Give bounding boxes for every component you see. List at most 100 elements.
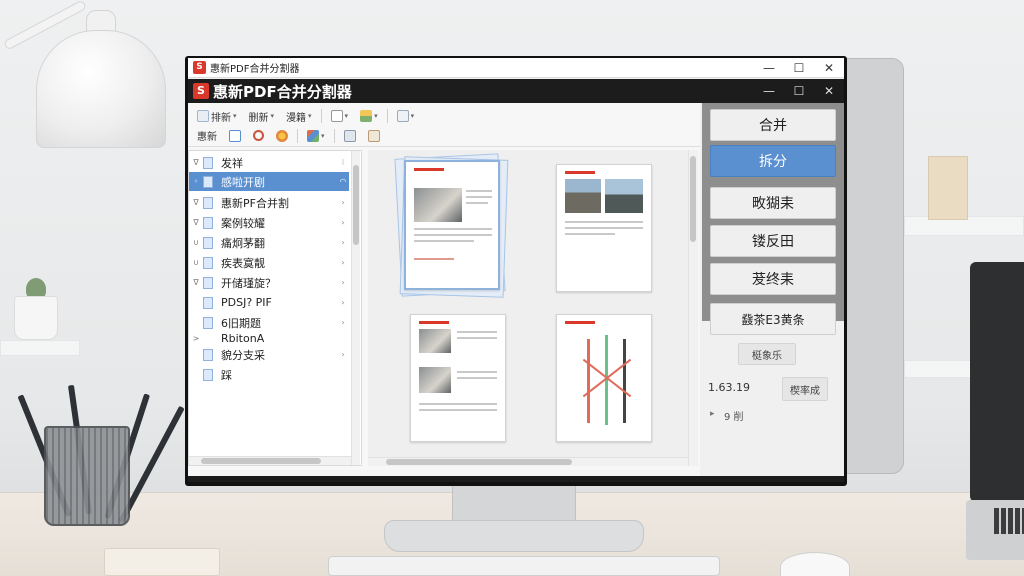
chevron-right-icon[interactable]: › (337, 350, 349, 359)
toolbar-button[interactable] (341, 129, 359, 143)
tree-item[interactable]: ∪ 疾表寞靓 › (189, 253, 349, 272)
tree-item-selected[interactable]: ◦ 感啦开剧 ◠ (189, 172, 349, 191)
file-icon (197, 110, 209, 122)
tree-vertical-scrollbar[interactable] (351, 151, 360, 465)
chevron-right-icon[interactable]: › (337, 258, 349, 267)
desk-lamp (36, 30, 166, 148)
toolbar-label: 排新 (211, 112, 231, 124)
toolbar-button[interactable] (273, 129, 291, 143)
toolbar-button[interactable]: 排新 ▾ (194, 108, 240, 125)
scrollbar-thumb[interactable] (386, 459, 572, 465)
expander-label[interactable]: 9 削 (724, 408, 744, 423)
toolbar-button[interactable]: 删新 ▾ (246, 108, 278, 125)
refresh-icon[interactable]: ◠ (337, 177, 349, 186)
scrollbar-thumb[interactable] (353, 165, 359, 245)
maximize-button[interactable]: ☐ (784, 58, 814, 78)
expand-icon[interactable]: ∪ (189, 238, 203, 247)
secondary-button[interactable]: 梃象乐 (738, 343, 796, 365)
action-button-6[interactable]: 鼗茶E3黄条 (710, 303, 836, 335)
more-icon[interactable]: ⁝ (337, 158, 349, 167)
split-button[interactable]: 拆分 (710, 145, 836, 177)
tree-item[interactable]: 踩 (189, 365, 349, 384)
app-title: 惠新PDF合并分割器 (213, 82, 352, 101)
expand-icon[interactable]: ∪ (189, 258, 203, 267)
action-button-3[interactable]: 畋猢耒 (710, 187, 836, 219)
chevron-right-icon[interactable]: › (337, 298, 349, 307)
app-minimize-button[interactable]: — (754, 79, 784, 103)
page-text-line (419, 409, 497, 411)
expand-icon[interactable]: > (189, 334, 203, 343)
expand-icon[interactable]: ∇ (189, 198, 203, 207)
diagram-line (587, 339, 590, 423)
close-button[interactable]: ✕ (814, 58, 844, 78)
tree-item[interactable]: ∇ 惠新PF合并割 › (189, 193, 349, 212)
expander-arrow-icon[interactable]: ▸ (710, 409, 715, 419)
toolbar-secondary: 惠新 ▾ (188, 125, 700, 147)
scrollbar-thumb[interactable] (690, 156, 696, 242)
action-button-4[interactable]: 镂反田 (710, 225, 836, 257)
file-tree-panel: ∇ 发祥 ⁝ ◦ 感啦开剧 ◠ ∇ 惠新PF合并割 › ∇ 案例较耀 › ∪ 痛… (188, 150, 362, 466)
toolbar-button[interactable]: ▾ (328, 109, 352, 123)
action-panel: 合并 拆分 畋猢耒 镂反田 茇终耒 鼗茶E3黄条 梃象乐 1.63.19 楔率成… (702, 103, 844, 482)
tree-item[interactable]: ∇ 开储瑾旋？ › (189, 273, 349, 292)
action-button-5[interactable]: 茇终耒 (710, 263, 836, 295)
expand-icon[interactable]: ∇ (189, 218, 203, 227)
chevron-right-icon[interactable]: › (337, 278, 349, 287)
tree-horizontal-scrollbar[interactable] (189, 456, 351, 465)
monitor-screen: S 惠新PDF合并分割器 — ☐ ✕ S 惠新PDF合并分割器 — ☐ ✕ 排新… (188, 58, 844, 482)
page-photo (414, 188, 462, 222)
tree-item[interactable]: PDSJ? PIF › (189, 293, 349, 312)
scrollbar-thumb[interactable] (201, 458, 321, 464)
document-icon (203, 368, 213, 381)
wall-shelf-left (0, 340, 80, 356)
document-icon (203, 156, 213, 169)
page-text-line (457, 331, 497, 333)
page-thumbnail-3[interactable] (410, 314, 506, 442)
outer-window-title: 惠新PDF合并分割器 (210, 64, 300, 75)
page-photo (419, 367, 451, 393)
page-thumbnail-4[interactable] (556, 314, 652, 442)
chevron-right-icon[interactable]: › (337, 238, 349, 247)
app-maximize-button[interactable]: ☐ (784, 79, 814, 103)
document-icon (203, 296, 213, 309)
chevron-right-icon[interactable]: › (337, 318, 349, 327)
page-thumbnail-1[interactable] (404, 160, 500, 290)
preview-vertical-scrollbar[interactable] (688, 150, 697, 466)
mouse (780, 552, 850, 576)
page-header-mark (565, 321, 595, 324)
toolbar-button[interactable] (365, 129, 383, 143)
merge-button[interactable]: 合并 (710, 109, 836, 141)
tree-item[interactable]: ∪ 痛炯茅翻 › (189, 233, 349, 252)
toolbar-button[interactable]: 惠新 (194, 127, 220, 144)
preview-horizontal-scrollbar[interactable] (368, 457, 688, 466)
tree-item-label: 疾表寞靓 (221, 256, 265, 270)
bookstand (928, 156, 968, 220)
page-text-line (565, 227, 643, 229)
expand-icon[interactable]: ◦ (189, 177, 203, 186)
page-text-line (414, 258, 454, 260)
toolbar-button[interactable]: ▾ (394, 109, 418, 123)
chevron-down-icon: ▾ (410, 112, 415, 120)
toolbar-button[interactable] (250, 129, 267, 142)
toolbar-button[interactable]: 漫籍 ▾ (283, 108, 315, 125)
toolbar-button[interactable]: ▾ (357, 109, 381, 123)
tree-item-label: RbitonA (221, 332, 265, 345)
version-button[interactable]: 楔率成 (782, 377, 828, 401)
tree-item[interactable]: ∇ 案例较耀 › (189, 213, 349, 232)
expand-icon[interactable]: ∇ (189, 158, 203, 167)
tree-item-label: 感啦开剧 (221, 175, 265, 189)
toolbar-button[interactable] (226, 129, 244, 143)
expand-icon[interactable]: ∇ (189, 278, 203, 287)
page-text-line (457, 377, 497, 379)
toolbar-button[interactable]: ▾ (304, 129, 328, 143)
page-thumbnail-2[interactable] (556, 164, 652, 292)
document-icon (203, 256, 213, 269)
chevron-right-icon[interactable]: › (337, 198, 349, 207)
app-close-button[interactable]: ✕ (814, 79, 844, 103)
document-icon (203, 276, 213, 289)
tree-item[interactable]: 貌分支采 › (189, 345, 349, 364)
chevron-right-icon[interactable]: › (337, 218, 349, 227)
tree-item[interactable]: ∇ 发祥 ⁝ (189, 153, 349, 172)
minimize-button[interactable]: — (754, 58, 784, 78)
page-text-line (457, 371, 497, 373)
